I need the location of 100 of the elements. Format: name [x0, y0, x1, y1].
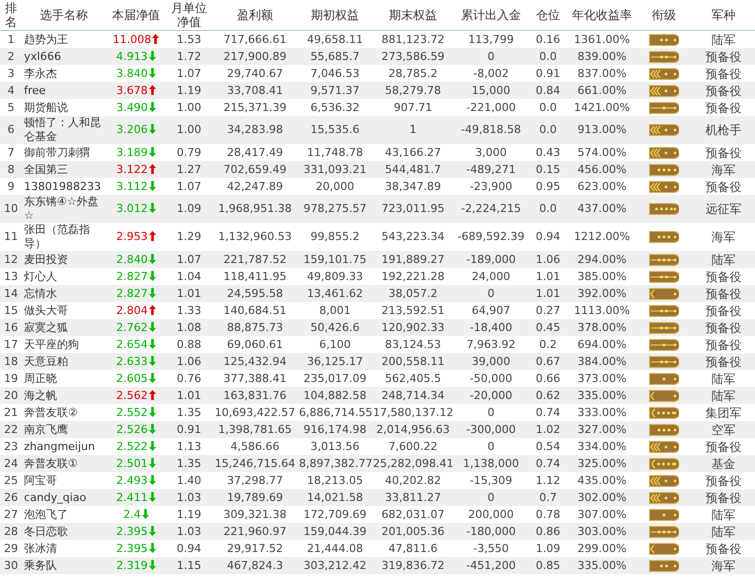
- player-name: 寂寞之狐: [22, 319, 106, 336]
- monthly-value: 0.94: [166, 540, 212, 557]
- net-value: 2.840: [116, 252, 148, 266]
- profit-value: 717,666.61: [212, 30, 298, 48]
- branch-cell: 陆军: [692, 506, 755, 523]
- position-ratio: 0.86: [528, 523, 568, 540]
- position-ratio: 0.43: [528, 144, 568, 161]
- final-equity: 28,785.2: [372, 65, 454, 82]
- final-equity: 273,586.59: [372, 48, 454, 65]
- profit-value: 1,398,781.65: [212, 421, 298, 438]
- branch-cell: 预备役: [692, 82, 755, 99]
- rank-cell: 14: [0, 285, 22, 302]
- position-ratio: 0.27: [528, 302, 568, 319]
- net-value: 3.840: [116, 66, 148, 80]
- initial-equity: 49,658.11: [298, 30, 372, 48]
- column-header: 盈利额: [212, 0, 298, 30]
- net-value: 3.112: [116, 180, 148, 192]
- profit-value: 33,708.41: [212, 82, 298, 99]
- final-equity: 562,405.5: [372, 370, 454, 387]
- final-equity: 43,166.27: [372, 144, 454, 161]
- initial-equity: 21,444.08: [298, 540, 372, 557]
- monthly-value: 1.29: [166, 223, 212, 251]
- profit-value: 118,411.95: [212, 268, 298, 285]
- player-name: 13801988233: [22, 178, 106, 195]
- position-ratio: 1.06: [528, 251, 568, 268]
- cumulative-funds: 3,000: [454, 144, 528, 161]
- initial-equity: 159,044.39: [298, 523, 372, 540]
- up-arrow-icon: [148, 164, 156, 174]
- net-value: 3.490: [116, 100, 148, 114]
- up-arrow-icon: [148, 390, 156, 400]
- branch-cell: 预备役: [692, 285, 755, 302]
- rank-cell: 12: [0, 251, 22, 268]
- rank-cell: 8: [0, 161, 22, 178]
- player-name: 做头大哥: [22, 302, 106, 319]
- profit-value: 4,586.66: [212, 438, 298, 455]
- rank-cell: 25: [0, 472, 22, 489]
- initial-equity: 13,461.62: [298, 285, 372, 302]
- initial-equity: 8,897,382.77: [298, 455, 372, 472]
- final-equity: 25,282,098.41: [372, 455, 454, 472]
- cumulative-funds: 0: [454, 404, 528, 421]
- initial-equity: 8,001: [298, 302, 372, 319]
- net-value: 4.913: [116, 50, 148, 62]
- branch-cell: 预备役: [692, 178, 755, 195]
- position-ratio: 1.01: [528, 268, 568, 285]
- branch-cell: 预备役: [692, 540, 755, 557]
- position-ratio: 0.74: [528, 404, 568, 421]
- position-ratio: 0.67: [528, 353, 568, 370]
- final-equity: 191,889.27: [372, 251, 454, 268]
- annual-return: 1113.00%: [568, 302, 636, 319]
- position-ratio: 0.91: [528, 65, 568, 82]
- net-value: 3.122: [116, 162, 148, 176]
- player-name: 全国第三: [22, 161, 106, 178]
- cumulative-funds: -50,000: [454, 370, 528, 387]
- net-value: 2.804: [116, 304, 148, 316]
- position-ratio: 0.15: [528, 161, 568, 178]
- profit-value: 24,595.58: [212, 285, 298, 302]
- branch-cell: 陆军: [692, 387, 755, 404]
- player-name: 奔普友联①: [22, 455, 106, 472]
- profit-value: 221,960.97: [212, 523, 298, 540]
- final-equity: 544,481.7: [372, 161, 454, 178]
- cumulative-funds: 7,963.92: [454, 336, 528, 353]
- down-arrow-icon: [148, 146, 156, 156]
- initial-equity: 916,174.98: [298, 421, 372, 438]
- cumulative-funds: -3,550: [454, 540, 528, 557]
- cumulative-funds: 39,000: [454, 353, 528, 370]
- profit-value: 163,831.76: [212, 387, 298, 404]
- final-equity: 881,123.72: [372, 30, 454, 48]
- monthly-value: 1.06: [166, 353, 212, 370]
- monthly-value: 1.00: [166, 99, 212, 116]
- rank-cell: 2: [0, 48, 22, 65]
- profit-value: 29,917.52: [212, 540, 298, 557]
- initial-equity: 15,535.6: [298, 116, 372, 144]
- player-name: 期货船说: [22, 99, 106, 116]
- profit-value: 15,246,715.64: [212, 455, 298, 472]
- monthly-value: 1.19: [166, 506, 212, 523]
- player-name: 忘情水: [22, 285, 106, 302]
- cumulative-funds: 0: [454, 48, 528, 65]
- rank-cell: 24: [0, 455, 22, 472]
- annual-return: 456.00%: [568, 161, 636, 178]
- branch-cell: 集团军: [692, 404, 755, 421]
- annual-return: 623.00%: [568, 178, 636, 195]
- column-header: 军种: [692, 0, 755, 30]
- annual-return: 837.00%: [568, 65, 636, 82]
- position-ratio: 0.45: [528, 319, 568, 336]
- position-ratio: 0.2: [528, 336, 568, 353]
- final-equity: 319,836.72: [372, 557, 454, 574]
- initial-equity: 20,000: [298, 178, 372, 195]
- net-value: 2.493: [116, 474, 148, 486]
- branch-cell: 远征军: [692, 195, 755, 223]
- rank-cell: 27: [0, 506, 22, 523]
- annual-return: 574.00%: [568, 144, 636, 161]
- monthly-value: 0.91: [166, 421, 212, 438]
- down-arrow-icon: [148, 102, 156, 112]
- monthly-value: 1.09: [166, 195, 212, 223]
- annual-return: 325.00%: [568, 455, 636, 472]
- monthly-value: 1.53: [166, 30, 212, 48]
- rank-cell: 23: [0, 438, 22, 455]
- initial-equity: 14,021.58: [298, 489, 372, 506]
- final-equity: 723,011.95: [372, 195, 454, 223]
- player-name: free: [22, 82, 106, 99]
